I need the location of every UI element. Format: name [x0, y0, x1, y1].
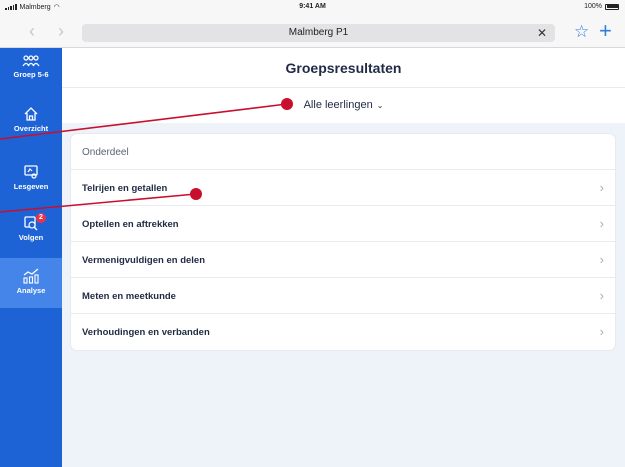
group-icon	[22, 55, 40, 67]
chevron-right-icon: ›	[599, 180, 604, 195]
back-button[interactable]: ‹	[29, 22, 35, 40]
battery-icon	[605, 3, 619, 10]
board-icon	[24, 165, 38, 179]
results-table: Onderdeel Telrijen en getallen › Optelle…	[71, 134, 615, 350]
column-header: Onderdeel	[82, 147, 129, 158]
filter-bar: Alle leerlingen ⌄	[62, 88, 625, 123]
row-label: Verhoudingen en verbanden	[82, 327, 210, 338]
page-header: Groepsresultaten	[62, 48, 625, 88]
chevron-right-icon: ›	[599, 288, 604, 303]
student-filter-dropdown[interactable]: Alle leerlingen ⌄	[62, 99, 625, 111]
sidebar-item-label: Overzicht	[13, 124, 49, 133]
table-row[interactable]: Telrijen en getallen ›	[71, 170, 615, 206]
sidebar: Groep 5-6 Overzicht Lesgeven 2 Volgen An…	[0, 48, 62, 467]
sidebar-item-label: Lesgeven	[13, 182, 49, 191]
sidebar-item-lesgeven[interactable]: Lesgeven	[0, 164, 62, 204]
sidebar-item-groep[interactable]: Groep 5-6	[0, 54, 62, 94]
table-row[interactable]: Meten en meetkunde ›	[71, 278, 615, 314]
sidebar-item-label: Groep 5-6	[13, 70, 49, 79]
clear-address-button[interactable]: ✕	[537, 24, 547, 42]
table-row[interactable]: Optellen en aftrekken ›	[71, 206, 615, 242]
page-title: Groepsresultaten	[285, 60, 402, 76]
home-icon	[24, 107, 38, 121]
sidebar-item-analyse[interactable]: Analyse	[0, 258, 62, 308]
chart-icon	[23, 268, 39, 284]
row-label: Telrijen en getallen	[82, 183, 168, 194]
battery-label: 100%	[584, 3, 602, 10]
sidebar-item-overzicht[interactable]: Overzicht	[0, 106, 62, 146]
bookmark-star-icon[interactable]: ☆	[574, 23, 589, 41]
table-row[interactable]: Vermenigvuldigen en delen ›	[71, 242, 615, 278]
row-label: Optellen en aftrekken	[82, 219, 179, 230]
address-bar[interactable]: Malmberg P1 ✕	[82, 24, 555, 42]
chevron-down-icon: ⌄	[376, 101, 384, 110]
status-bar: Malmberg ◠ 9:41 AM 100%	[0, 0, 625, 14]
sidebar-item-label: Volgen	[18, 233, 44, 242]
row-label: Vermenigvuldigen en delen	[82, 255, 206, 266]
browser-toolbar: ‹ › Malmberg P1 ✕ ☆ +	[0, 14, 625, 48]
forward-button[interactable]: ›	[58, 22, 64, 40]
sidebar-item-volgen[interactable]: 2 Volgen	[0, 213, 62, 255]
chevron-right-icon: ›	[599, 216, 604, 231]
table-header: Onderdeel	[71, 134, 615, 170]
row-label: Meten en meetkunde	[82, 291, 176, 302]
notification-badge: 2	[36, 213, 46, 223]
table-row[interactable]: Verhoudingen en verbanden ›	[71, 314, 615, 350]
chevron-right-icon: ›	[599, 324, 604, 339]
clock: 9:41 AM	[299, 3, 326, 10]
filter-label: Alle leerlingen	[303, 99, 373, 111]
main-content: Groepsresultaten Alle leerlingen ⌄ Onderd…	[62, 48, 625, 467]
address-text: Malmberg P1	[288, 27, 349, 38]
battery-group: 100%	[584, 3, 619, 10]
chevron-right-icon: ›	[599, 252, 604, 267]
sidebar-item-label: Analyse	[16, 286, 46, 295]
new-tab-button[interactable]: +	[599, 20, 612, 42]
